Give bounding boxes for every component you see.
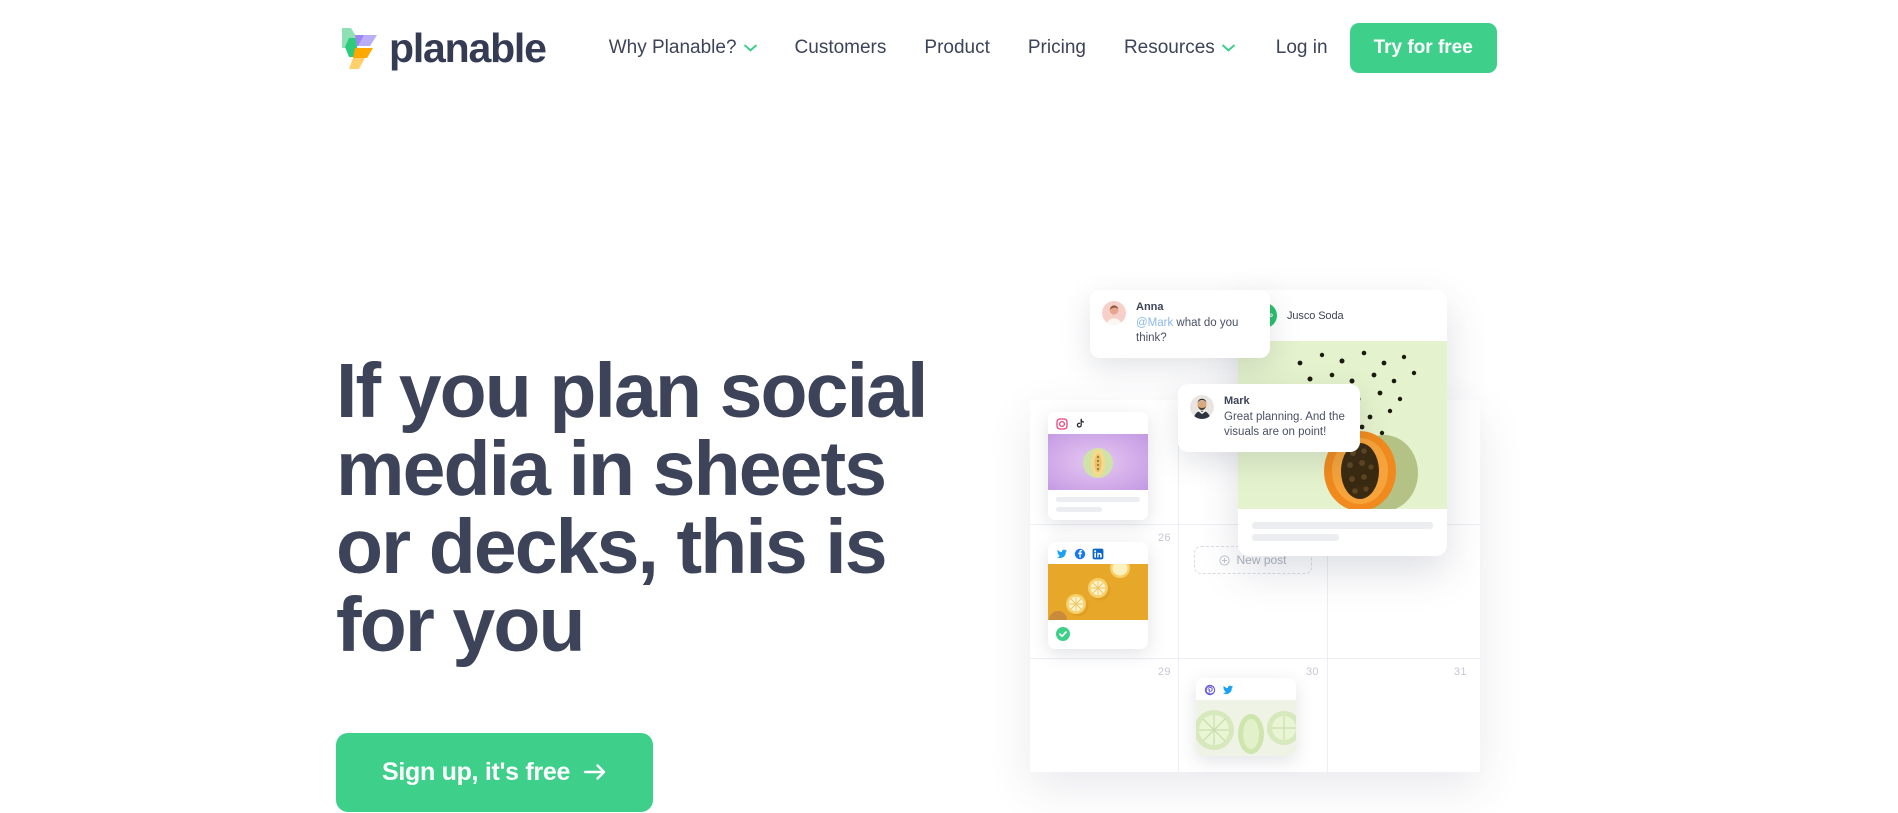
nav-item-why-planable[interactable]: Why Planable? [590, 37, 776, 59]
comment-text: Great planning. And the visuals are on p… [1224, 411, 1345, 439]
placeholder-bar [1252, 522, 1433, 529]
instagram-icon [1056, 418, 1068, 430]
facebook-icon [1074, 548, 1086, 560]
calendar-post-lime[interactable] [1196, 678, 1296, 756]
nav-links: Why Planable? Customers Product Pricing … [590, 37, 1254, 59]
comment-bubble-mark[interactable]: Mark Great planning. And the visuals are… [1178, 384, 1360, 453]
signup-button[interactable]: Sign up, it's free [336, 732, 654, 812]
calendar-post-lemon[interactable] [1048, 542, 1148, 649]
page-title: If you plan social media in sheets or de… [336, 348, 928, 669]
calendar-column-divider [1178, 400, 1179, 772]
signup-button-label: Sign up, it's free [382, 757, 571, 786]
hero-page: planable Why Planable? Customers Product… [0, 0, 1898, 813]
post-image-melon [1048, 434, 1148, 490]
comment-body: Anna @Mark what do you think? [1136, 301, 1256, 346]
brand-logo-link[interactable]: planable [336, 24, 547, 71]
nav-item-customers[interactable]: Customers [776, 37, 906, 59]
calendar-date-26: 26 [1158, 532, 1171, 544]
placeholder-bar [1056, 497, 1140, 502]
placeholder-bar [1056, 507, 1103, 512]
comment-body: Mark Great planning. And the visuals are… [1224, 395, 1346, 440]
twitter-icon [1057, 549, 1067, 559]
nav-item-resources[interactable]: Resources [1105, 37, 1254, 59]
placeholder-bar [1252, 534, 1339, 541]
nav-label-customers: Customers [794, 37, 887, 58]
calendar-row-divider [1030, 658, 1480, 659]
twitter-icon [1223, 685, 1233, 695]
post-platform-icons [1048, 412, 1148, 434]
tiktok-icon [1076, 418, 1085, 428]
comment-mention[interactable]: @Mark [1136, 317, 1173, 329]
feed-account-name: Jusco Soda [1287, 309, 1344, 322]
hero-illustration: 26 29 30 31 New post Jusco Soda Anna @Ma… [1030, 290, 1530, 772]
post-platform-icons [1048, 542, 1148, 564]
nav-label-product: Product [924, 37, 990, 58]
pinterest-icon [1204, 684, 1216, 696]
linkedin-icon [1092, 548, 1104, 560]
calendar-date-29: 29 [1158, 666, 1171, 678]
chevron-down-icon [743, 44, 757, 52]
main-navbar: planable Why Planable? Customers Product… [0, 0, 1898, 96]
post-platform-icons [1196, 678, 1296, 700]
nav-label-pricing: Pricing [1027, 37, 1086, 58]
post-text-placeholder [1048, 490, 1148, 520]
arrow-right-icon [583, 764, 606, 780]
comment-author: Anna [1136, 301, 1164, 313]
nav-item-pricing[interactable]: Pricing [1009, 37, 1105, 59]
nav-actions: Log in Try for free [1254, 23, 1497, 73]
post-approval-row [1048, 620, 1148, 649]
calendar-date-31: 31 [1454, 666, 1467, 678]
try-for-free-button[interactable]: Try for free [1349, 23, 1497, 73]
login-link[interactable]: Log in [1254, 37, 1350, 59]
check-circle-icon [1056, 627, 1070, 641]
nav-label-why-planable: Why Planable? [608, 37, 737, 58]
plus-circle-icon [1219, 554, 1231, 566]
avatar-mark [1190, 395, 1214, 419]
comment-bubble-anna[interactable]: Anna @Mark what do you think? [1090, 290, 1270, 359]
hero-content: If you plan social media in sheets or de… [336, 352, 956, 812]
brand-name: planable [389, 24, 547, 71]
post-image-lime [1196, 700, 1296, 756]
avatar-anna [1102, 301, 1126, 325]
chevron-down-icon [1221, 44, 1235, 52]
comment-author: Mark [1224, 395, 1250, 407]
planable-logo-mark-icon [342, 28, 377, 69]
calendar-post-melon[interactable] [1048, 412, 1148, 520]
nav-label-resources: Resources [1123, 37, 1215, 58]
comment-text: @Mark what do you think? [1136, 316, 1256, 346]
calendar-date-30: 30 [1306, 666, 1319, 678]
feed-post-text-placeholder [1238, 509, 1447, 556]
post-image-lemon [1048, 564, 1148, 620]
nav-item-product[interactable]: Product [905, 37, 1008, 59]
